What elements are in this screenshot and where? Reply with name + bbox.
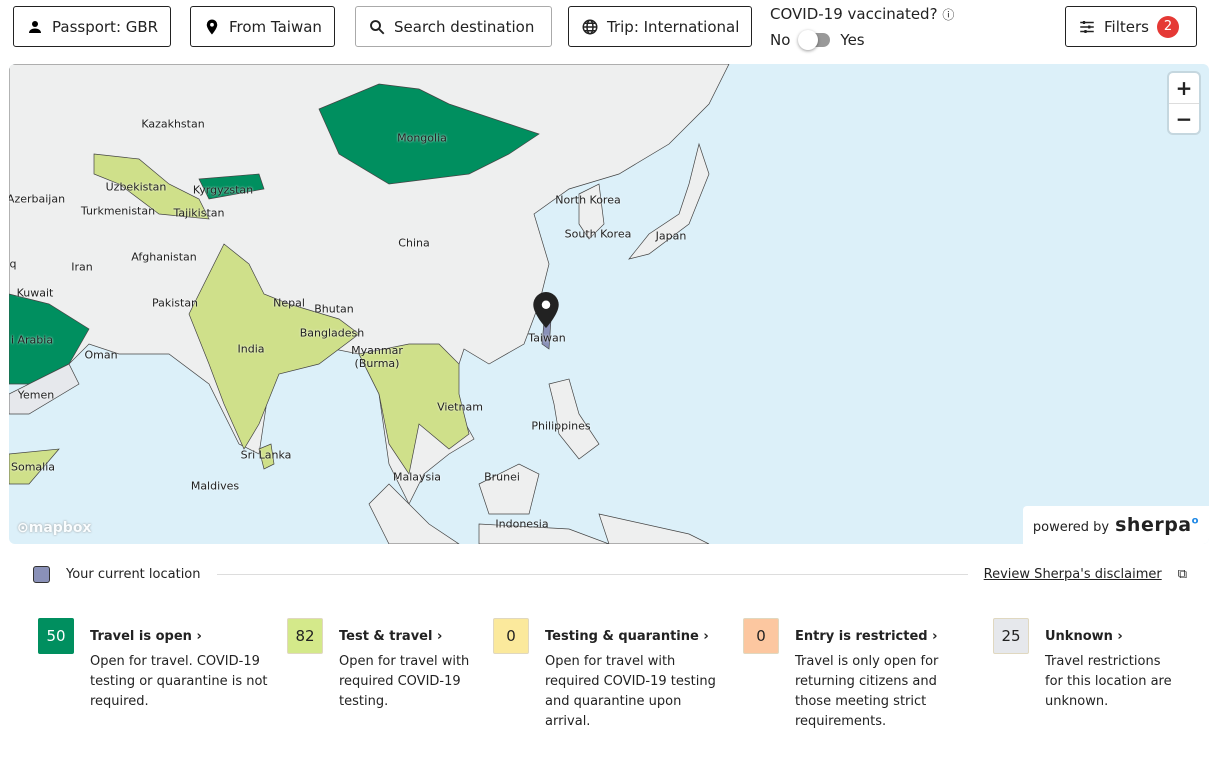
legend-count: 0 (493, 618, 529, 654)
legend-title[interactable]: Travel is open › (90, 629, 269, 644)
map-label: Turkmenistan (80, 204, 156, 218)
external-link-icon: ⧉ (1177, 567, 1187, 582)
map-label: Philippines (531, 419, 591, 433)
toggle-no-label: No (770, 31, 791, 49)
legend-count: 0 (743, 618, 779, 654)
legend-description: Travel is only open for returning citize… (795, 654, 939, 729)
legend-item[interactable]: 0 Testing & quarantine › Open for travel w… (493, 618, 743, 732)
filters-button[interactable]: Filters 2 (1065, 6, 1197, 47)
map-label: Pakistan (151, 296, 199, 310)
current-location-icon (33, 566, 50, 583)
legend-item[interactable]: 82 Test & travel › Open for travel with re… (287, 618, 493, 732)
map-label: Kyrgyzstan (192, 183, 254, 197)
current-location-row: Your current location Review Sherpa's di… (33, 566, 1187, 583)
map-label: Kuwait (16, 286, 54, 300)
trip-type-button[interactable]: Trip: International (568, 6, 753, 47)
powered-by-text: powered by (1032, 520, 1110, 535)
zoom-controls: + − (1169, 73, 1199, 133)
origin-button[interactable]: From Taiwan (190, 6, 335, 47)
person-icon (29, 20, 41, 33)
legend-description: Open for travel with required COVID-19 t… (545, 654, 716, 729)
map-label: Nepal (273, 296, 305, 310)
legend-item[interactable]: 50 Travel is open › Open for travel. COVID… (38, 618, 287, 732)
map-label: Vietnam (437, 400, 483, 414)
map-label: Maldives (190, 479, 240, 493)
search-destination-input[interactable]: Search destination (355, 6, 552, 47)
map[interactable]: Kazakhstan Mongolia Uzbekistan Kyrgyzstan Az… (9, 64, 1209, 544)
vaccinated-toggle[interactable] (798, 30, 831, 50)
legend-description: Open for travel with required COVID-19 t… (339, 654, 470, 709)
sherpa-logo: sherpao (1115, 514, 1199, 536)
map-label: Bhutan (314, 302, 354, 316)
toggle-yes-label: Yes (840, 31, 865, 49)
disclaimer-link[interactable]: Review Sherpa's disclaimer (984, 567, 1162, 582)
legend-title[interactable]: Entry is restricted › (795, 629, 975, 644)
globe-icon (582, 19, 598, 34)
origin-label: From Taiwan (229, 17, 322, 36)
location-pin-icon (206, 19, 218, 34)
legend-description: Travel restrictions for this location ar… (1045, 654, 1172, 709)
map-label: North Korea (555, 193, 621, 207)
current-location-label: Your current location (66, 567, 201, 582)
map-label: Azerbaijan (9, 192, 66, 206)
legend-title[interactable]: Testing & quarantine › (545, 629, 725, 644)
map-label: Indonesia (495, 517, 549, 531)
map-label: Tajikistan (173, 206, 225, 220)
map-label: Taiwan (528, 331, 566, 345)
map-label: Afghanistan (131, 250, 197, 264)
map-label: India (237, 342, 265, 356)
map-label: South Korea (564, 227, 632, 241)
land-indonesia (368, 483, 710, 544)
vaccinated-label: COVID-19 vaccinated? (770, 5, 938, 23)
map-label: Oman (84, 348, 118, 362)
legend-count: 50 (38, 618, 74, 654)
map-label: Somalia (10, 460, 56, 474)
legend: 50 Travel is open › Open for travel. COVID… (38, 618, 1193, 732)
map-label: China (398, 236, 430, 250)
legend-count: 82 (287, 618, 323, 654)
map-label: Malaysia (392, 470, 442, 484)
legend-title[interactable]: Unknown › (1045, 629, 1175, 644)
filters-count-badge: 2 (1156, 15, 1179, 38)
sliders-icon (1080, 20, 1094, 33)
zoom-out-button[interactable]: − (1169, 103, 1199, 133)
map-label: Myanmar (Burma) (351, 344, 403, 370)
search-icon (370, 19, 385, 34)
legend-description: Open for travel. COVID-19 testing or qua… (90, 654, 268, 709)
map-label: Iran (71, 260, 93, 274)
map-label: Mongolia (397, 131, 447, 145)
map-label: Kazakhstan (141, 117, 205, 131)
zoom-in-button[interactable]: + (1169, 73, 1199, 103)
legend-title[interactable]: Test & travel › (339, 629, 475, 644)
current-location-marker[interactable] (533, 292, 559, 328)
map-label: Brunei (484, 470, 520, 484)
passport-button[interactable]: Passport: GBR (13, 6, 172, 47)
map-label: i Arabia (10, 333, 54, 347)
legend-count: 25 (993, 618, 1029, 654)
map-label: Japan (655, 229, 687, 243)
map-label: Bangladesh (299, 326, 365, 340)
map-label: Uzbekistan (105, 180, 167, 194)
mapbox-text: mapbox (28, 520, 92, 536)
help-icon[interactable]: ⓘ (942, 8, 954, 22)
map-label: Yemen (17, 388, 55, 402)
map-label: Sri Lanka (240, 448, 292, 462)
divider (216, 574, 968, 575)
mapbox-logo[interactable]: ⊙mapbox (17, 520, 91, 536)
passport-label: Passport: GBR (52, 17, 159, 36)
trip-label: Trip: International (607, 17, 740, 36)
map-label: q (9, 257, 17, 271)
search-placeholder: Search destination (394, 17, 535, 36)
legend-item[interactable]: 0 Entry is restricted › Travel is only ope… (743, 618, 993, 732)
filters-label: Filters (1104, 17, 1149, 36)
vaccinated-control: COVID-19 vaccinated? ⓘ No Yes (770, 5, 954, 50)
powered-by-sherpa: powered by sherpao (1022, 506, 1209, 544)
legend-item[interactable]: 25 Unknown › Travel restrictions for this … (993, 618, 1193, 732)
